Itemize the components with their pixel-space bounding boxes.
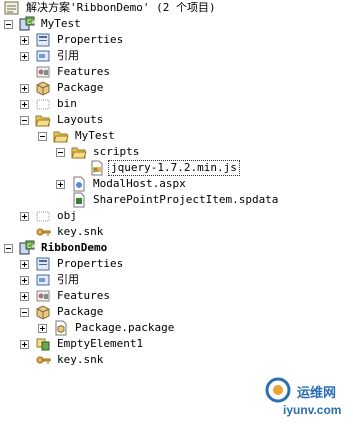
tree-node-scripts[interactable]: scripts bbox=[56, 144, 141, 160]
project-label: MyTest bbox=[41, 17, 81, 30]
tree-node-label: Features bbox=[57, 65, 110, 78]
tree-node-project-ribbondemo[interactable]: C# RibbonDemo bbox=[4, 240, 109, 256]
solution-icon bbox=[4, 0, 20, 16]
folder-open-icon bbox=[35, 112, 51, 128]
expand-toggle-placeholder bbox=[20, 356, 29, 365]
tree-node-label: Layouts bbox=[57, 113, 104, 126]
tree-node-label: key.snk bbox=[57, 225, 104, 238]
key-icon bbox=[35, 224, 51, 240]
folder-open-icon bbox=[53, 128, 69, 144]
collapse-toggle[interactable] bbox=[20, 307, 29, 317]
tree-node-package[interactable]: Package bbox=[20, 80, 105, 96]
tree-node-spdata[interactable]: SharePointProjectItem.spdata bbox=[56, 192, 280, 208]
expand-toggle[interactable] bbox=[20, 99, 29, 109]
tree-node-features[interactable]: Features bbox=[20, 64, 112, 80]
expand-toggle[interactable] bbox=[20, 35, 29, 45]
tree-node-label: obj bbox=[57, 209, 77, 222]
tree-node-emptyelement[interactable]: EmptyElement1 bbox=[20, 336, 145, 352]
expand-toggle[interactable] bbox=[20, 51, 29, 61]
tree-node-references[interactable]: 引用 bbox=[20, 48, 81, 64]
features-icon bbox=[35, 64, 51, 80]
tree-node-label: bin bbox=[57, 97, 77, 110]
tree-node-label: Package bbox=[57, 305, 104, 318]
collapse-toggle[interactable] bbox=[38, 131, 47, 141]
expand-toggle-placeholder bbox=[56, 196, 65, 205]
expand-toggle[interactable] bbox=[20, 275, 29, 285]
project-icon: C# bbox=[19, 16, 36, 32]
tree-node-label: key.snk bbox=[57, 353, 104, 366]
collapse-toggle[interactable] bbox=[4, 243, 13, 253]
expand-toggle-placeholder bbox=[74, 164, 83, 173]
tree-node-label: SharePointProjectItem.spdata bbox=[93, 193, 279, 206]
folder-dotted-icon bbox=[35, 96, 51, 112]
tree-node-label: Properties bbox=[57, 33, 124, 46]
expand-toggle[interactable] bbox=[56, 179, 65, 189]
tree-node-label: 引用 bbox=[57, 273, 79, 286]
solution-label: 解决方案'RibbonDemo' (2 个项目) bbox=[26, 1, 216, 14]
features-icon bbox=[35, 288, 51, 304]
tree-node-label: jquery-1.7.2.min.js bbox=[108, 160, 240, 176]
tree-node-label: Properties bbox=[57, 257, 124, 270]
tree-node-features[interactable]: Features bbox=[20, 288, 112, 304]
tree-node-package[interactable]: Package bbox=[20, 304, 105, 320]
tree-node-properties[interactable]: Properties bbox=[20, 256, 125, 272]
tree-node-mytest-folder[interactable]: MyTest bbox=[38, 128, 117, 144]
properties-icon bbox=[35, 256, 51, 272]
js-file-icon: JS bbox=[89, 160, 105, 176]
tree-node-package-file[interactable]: Package.package bbox=[38, 320, 176, 336]
project-icon: C# bbox=[19, 240, 36, 256]
tree-node-label: ModalHost.aspx bbox=[93, 177, 186, 190]
tree-node-label: 引用 bbox=[57, 49, 79, 62]
watermark-url: iyunv.com bbox=[283, 403, 342, 417]
tree-node-label: MyTest bbox=[75, 129, 115, 142]
tree-node-key-snk[interactable]: key.snk bbox=[20, 224, 105, 240]
tree-node-label: Package.package bbox=[75, 321, 175, 334]
svg-text:C#: C# bbox=[27, 243, 35, 250]
tree-node-label: Features bbox=[57, 289, 110, 302]
references-icon bbox=[35, 48, 51, 64]
tree-node-project-mytest[interactable]: C# MyTest bbox=[4, 16, 83, 32]
aspx-file-icon bbox=[71, 176, 87, 192]
expand-toggle[interactable] bbox=[20, 291, 29, 301]
element-icon bbox=[35, 336, 51, 352]
package-file-icon bbox=[53, 320, 69, 336]
collapse-toggle[interactable] bbox=[4, 19, 13, 29]
expand-toggle[interactable] bbox=[20, 339, 29, 349]
svg-text:C#: C# bbox=[27, 19, 35, 26]
tree-node-key-snk[interactable]: key.snk bbox=[20, 352, 105, 368]
key-icon bbox=[35, 352, 51, 368]
tree-node-label: scripts bbox=[93, 145, 140, 158]
tree-node-references[interactable]: 引用 bbox=[20, 272, 81, 288]
folder-open-icon bbox=[71, 144, 87, 160]
package-icon bbox=[35, 80, 51, 96]
tree-node-obj[interactable]: obj bbox=[20, 208, 79, 224]
collapse-toggle[interactable] bbox=[20, 115, 29, 125]
expand-toggle-placeholder bbox=[20, 68, 29, 77]
properties-icon bbox=[35, 32, 51, 48]
svg-text:JS: JS bbox=[93, 168, 98, 174]
tree-node-properties[interactable]: Properties bbox=[20, 32, 125, 48]
tree-node-jquery-file[interactable]: JS jquery-1.7.2.min.js bbox=[74, 160, 240, 176]
tree-node-label: Package bbox=[57, 81, 104, 94]
spdata-file-icon bbox=[71, 192, 87, 208]
expand-toggle[interactable] bbox=[38, 323, 47, 333]
expand-toggle-placeholder bbox=[20, 228, 29, 237]
expand-toggle[interactable] bbox=[20, 211, 29, 221]
references-icon bbox=[35, 272, 51, 288]
tree-node-solution[interactable]: 解决方案'RibbonDemo' (2 个项目) bbox=[4, 0, 218, 16]
expand-toggle[interactable] bbox=[20, 259, 29, 269]
tree-node-label: EmptyElement1 bbox=[57, 337, 144, 350]
project-label: RibbonDemo bbox=[41, 241, 108, 254]
package-icon bbox=[35, 304, 51, 320]
expand-toggle[interactable] bbox=[20, 83, 29, 93]
watermark-text: 运维网 bbox=[297, 385, 337, 400]
tree-node-bin[interactable]: bin bbox=[20, 96, 79, 112]
collapse-toggle[interactable] bbox=[56, 147, 65, 157]
tree-node-modalhost[interactable]: ModalHost.aspx bbox=[56, 176, 188, 192]
folder-dotted-icon bbox=[35, 208, 51, 224]
tree-node-layouts[interactable]: Layouts bbox=[20, 112, 105, 128]
